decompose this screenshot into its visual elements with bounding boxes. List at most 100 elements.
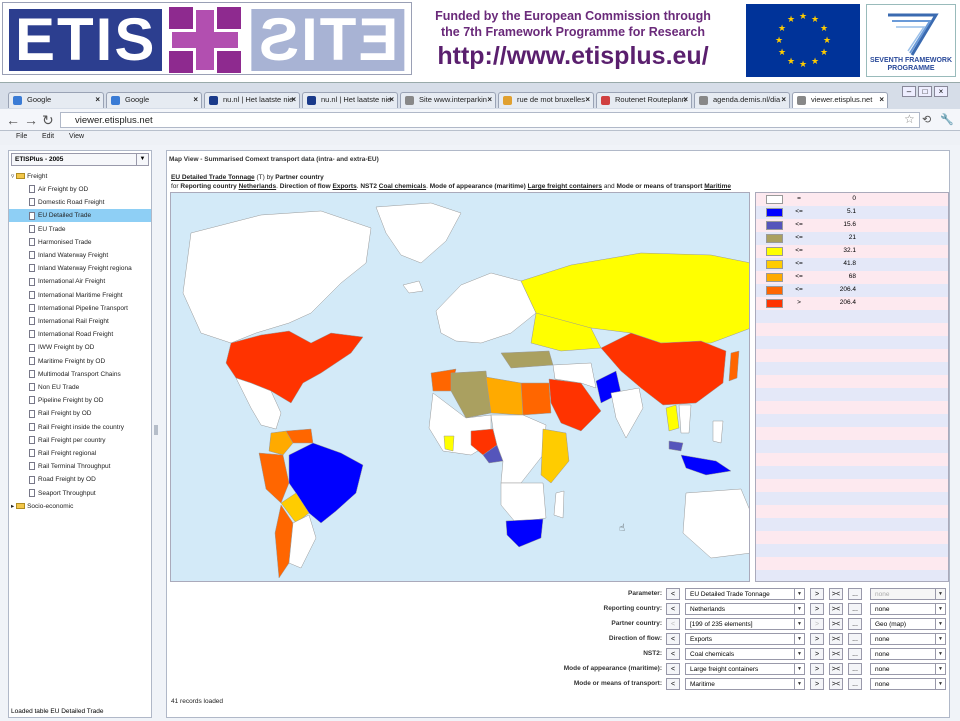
close-icon[interactable]: × (291, 95, 296, 104)
tree-item[interactable]: Pipeline Freight by OD (9, 394, 151, 407)
split-button[interactable]: >< (829, 603, 843, 615)
close-icon[interactable]: × (193, 95, 198, 104)
filter-value-select[interactable]: Maritime ▼ (685, 678, 805, 690)
split-button[interactable]: >< (829, 618, 843, 630)
browser-tab[interactable]: agenda.demis.nl/dia × (694, 92, 790, 108)
prev-button[interactable]: < (666, 633, 680, 645)
close-icon[interactable]: × (95, 95, 100, 104)
next-button[interactable]: > (810, 618, 824, 630)
country-ghana[interactable] (443, 435, 455, 452)
more-button[interactable]: ... (848, 618, 862, 630)
dataset-year-select[interactable]: ETISPlus - 2005 ▼ (11, 153, 149, 166)
link-parameter[interactable]: EU Detailed Trade Tonnage (171, 174, 255, 181)
more-button[interactable]: ... (848, 663, 862, 675)
tree-item[interactable]: Harmonised Trade (9, 236, 151, 249)
next-button[interactable]: > (810, 678, 824, 690)
browser-tab-active[interactable]: viewer.etisplus.net × (792, 92, 888, 108)
back-arrow-icon[interactable]: ← (6, 112, 20, 128)
tree-item[interactable]: Rail Terminal Throughput (9, 460, 151, 473)
tree-item[interactable]: International Road Freight (9, 328, 151, 341)
desc-link-value[interactable]: Netherlands (239, 183, 277, 190)
tree-item[interactable]: Multimodal Transport Chains (9, 368, 151, 381)
split-button[interactable]: >< (829, 678, 843, 690)
prev-button[interactable]: < (666, 618, 680, 630)
desc-link-value[interactable]: Exports (333, 183, 357, 190)
split-button[interactable]: >< (829, 633, 843, 645)
filter-extra-select[interactable]: none ▼ (870, 588, 946, 600)
tree-item[interactable]: Inland Waterway Freight regiona (9, 262, 151, 275)
tree-item[interactable]: International Pipeline Transport (9, 302, 151, 315)
tree-item[interactable]: Rail Freight per country (9, 434, 151, 447)
filter-value-select[interactable]: Large freight containers ▼ (685, 663, 805, 675)
next-button[interactable]: > (810, 663, 824, 675)
tree-item[interactable]: IWW Freight by OD (9, 341, 151, 354)
browser-tab[interactable]: nu.nl | Het laatste nie × (302, 92, 398, 108)
browser-tab[interactable]: Google × (8, 92, 104, 108)
desc-link-value[interactable]: Large freight containers (528, 183, 602, 190)
minimize-icon[interactable]: – (902, 86, 916, 97)
tree-item[interactable]: International Maritime Freight (9, 289, 151, 302)
extension-icon[interactable]: ⟲ (922, 112, 931, 128)
filter-value-select[interactable]: EU Detailed Trade Tonnage ▼ (685, 588, 805, 600)
forward-arrow-icon[interactable]: → (24, 112, 38, 128)
tree-item[interactable]: Road Freight by OD (9, 473, 151, 486)
tree-item[interactable]: Rail Freight regional (9, 447, 151, 460)
close-icon[interactable]: × (683, 95, 688, 104)
menu-file[interactable]: File (16, 133, 27, 140)
country-vietnam[interactable] (678, 404, 692, 434)
window-close-icon[interactable]: × (934, 86, 948, 97)
tree-item[interactable]: Maritime Freight by OD (9, 355, 151, 368)
filter-extra-select[interactable]: none ▼ (870, 678, 946, 690)
more-button[interactable]: ... (848, 648, 862, 660)
tree-folder-freight[interactable]: ▿ Freight (11, 170, 47, 183)
close-icon[interactable]: × (487, 95, 492, 104)
country-malaysia[interactable] (668, 440, 684, 452)
close-icon[interactable]: × (781, 95, 786, 104)
splitter-handle[interactable] (154, 425, 158, 435)
filter-value-select[interactable]: Netherlands ▼ (685, 603, 805, 615)
tree-item[interactable]: Rail Freight by OD (9, 407, 151, 420)
maximize-icon[interactable]: □ (918, 86, 932, 97)
more-button[interactable]: ... (848, 678, 862, 690)
country-philippines[interactable] (712, 420, 724, 444)
filter-extra-select[interactable]: none ▼ (870, 663, 946, 675)
tree-item[interactable]: Air Freight by OD (9, 183, 151, 196)
wrench-icon[interactable]: 🔧 (940, 112, 954, 128)
close-icon[interactable]: × (879, 95, 884, 104)
tree-item[interactable]: International Rail Freight (9, 315, 151, 328)
filter-extra-select[interactable]: none ▼ (870, 648, 946, 660)
next-button[interactable]: > (810, 633, 824, 645)
filter-extra-select[interactable]: none ▼ (870, 633, 946, 645)
filter-extra-select[interactable]: none ▼ (870, 603, 946, 615)
prev-button[interactable]: < (666, 678, 680, 690)
choropleth-map[interactable]: ☝ (170, 192, 750, 582)
tree-item[interactable]: EU Trade (9, 223, 151, 236)
tree-item[interactable]: Inland Waterway Freight (9, 249, 151, 262)
split-button[interactable]: >< (829, 663, 843, 675)
country-libya[interactable] (485, 376, 524, 416)
more-button[interactable]: ... (848, 633, 862, 645)
split-button[interactable]: >< (829, 588, 843, 600)
browser-tab[interactable]: Google × (106, 92, 202, 108)
menu-view[interactable]: View (69, 133, 84, 140)
menu-edit[interactable]: Edit (42, 133, 54, 140)
tree-item[interactable]: Domestic Road Freight (9, 196, 151, 209)
etisplus-url[interactable]: http://www.etisplus.eu/ (418, 40, 728, 72)
tree-item[interactable]: EU Detailed Trade (9, 209, 151, 223)
tree-item[interactable]: International Air Freight (9, 275, 151, 288)
browser-tab[interactable]: rue de mot bruxelles × (498, 92, 594, 108)
prev-button[interactable]: < (666, 588, 680, 600)
tree-folder-socio-economic[interactable]: ▸ Socio-economic (11, 500, 73, 513)
browser-tab[interactable]: Routenet Routeplann × (596, 92, 692, 108)
desc-link-value[interactable]: Coal chemicals (379, 183, 426, 190)
filter-value-select[interactable]: [199 of 235 elements] ▼ (685, 618, 805, 630)
next-button[interactable]: > (810, 588, 824, 600)
prev-button[interactable]: < (666, 648, 680, 660)
browser-tab[interactable]: Site www.interparkin × (400, 92, 496, 108)
tree-item[interactable]: Non EU Trade (9, 381, 151, 394)
url-input[interactable]: viewer.etisplus.net (60, 112, 920, 128)
bookmark-star-icon[interactable]: ☆ (904, 112, 915, 126)
filter-extra-select[interactable]: Geo (map) ▼ (870, 618, 946, 630)
split-button[interactable]: >< (829, 648, 843, 660)
close-icon[interactable]: × (585, 95, 590, 104)
